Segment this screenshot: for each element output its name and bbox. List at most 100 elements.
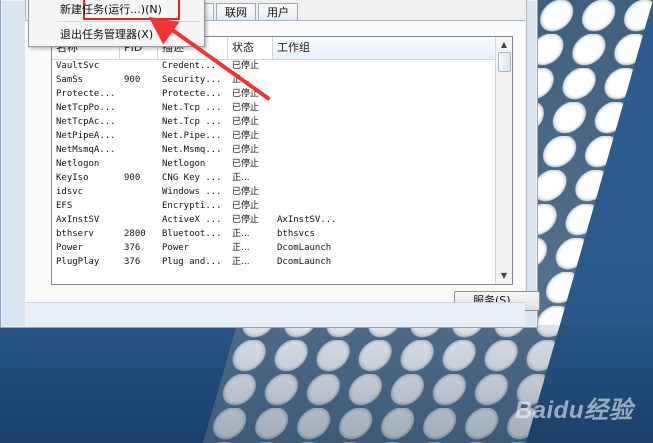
table-row[interactable]: Protecte... Protecte... 已停止 (52, 87, 496, 101)
status-cell: 正... (232, 173, 250, 183)
workgroup-cell (273, 59, 496, 73)
table-row[interactable]: SamSs900Security...正... (52, 73, 496, 87)
table-row[interactable]: idsvc Windows ... 已停止 (52, 185, 496, 199)
service-name-cell: bthserv (56, 229, 94, 239)
description-cell: Netlogon (162, 159, 206, 169)
pid-cell (120, 157, 158, 171)
table-body: VaultSvc Credent... 已停止 SamSs 900 Security...… (52, 59, 496, 269)
description-cell: ActiveX ... (162, 215, 222, 225)
workgroup-cell: DcomLaunch (277, 243, 332, 253)
pid-cell (120, 101, 158, 115)
description-cell: Protecte... (162, 89, 222, 99)
scroll-down-icon[interactable]: ▼ (497, 268, 511, 284)
service-name-cell: Netlogon (56, 159, 100, 169)
service-name-cell: NetTcpPo... (56, 103, 116, 113)
pid-cell (120, 213, 158, 227)
pid-cell: 900 (124, 173, 141, 183)
table-row[interactable]: bthserv 2800 Bluetoot... 正... bthsvcs (52, 227, 496, 241)
table-row[interactable]: NetMsmqA... Net.Msmq... 已停止 (52, 143, 496, 157)
description-cell: Encrypti... (162, 201, 222, 211)
service-name-cell: PlugPlay (56, 257, 100, 267)
pid-cell (120, 115, 158, 129)
scroll-up-icon[interactable]: ▲ (497, 37, 511, 53)
tab-networking[interactable]: 联网 (216, 3, 256, 20)
service-name-cell: NetPipeA... (56, 131, 116, 141)
table-row[interactable]: NetTcpAc... Net.Tcp ... 已停止 (52, 115, 496, 129)
description-cell: Net.Msmq... (162, 145, 222, 155)
status-cell: 已停止 (232, 131, 260, 141)
watermark: Baidu经验 (514, 397, 633, 424)
description-cell: Plug and... (162, 257, 222, 267)
table-row[interactable]: VaultSvc Credent... 已停止 (52, 59, 496, 73)
pid-cell (120, 185, 158, 199)
pid-cell (120, 143, 158, 157)
workgroup-cell (273, 143, 496, 157)
pid-cell: 2800 (124, 229, 146, 239)
table-row[interactable]: Netlogon Netlogon 已停止 (52, 157, 496, 171)
file-menu-dropdown: 新建任务(运行...)(N) 退出任务管理器(X) (28, 0, 205, 47)
status-cell: 已停止 (232, 61, 260, 71)
service-name-cell: idsvc (56, 187, 84, 197)
status-cell: 已停止 (232, 187, 260, 197)
status-strip (25, 302, 525, 327)
description-cell: Power (162, 243, 190, 253)
service-name-cell: NetTcpAc... (56, 117, 116, 127)
pid-cell (120, 199, 158, 213)
workgroup-cell (273, 185, 496, 199)
workgroup-cell (273, 115, 496, 129)
workgroup-cell: AxInstSV... (277, 215, 337, 225)
table-row[interactable]: PlugPlay 376 Plug and... 正... DcomLaunch (52, 255, 496, 269)
menu-item-new-task[interactable]: 新建任务(运行...)(N) (30, 0, 202, 20)
service-name-cell: Power (56, 243, 84, 253)
workgroup-cell (273, 157, 496, 171)
workgroup-cell: DcomLaunch (277, 257, 332, 267)
description-cell: CNG Key ... (162, 173, 222, 183)
table-row[interactable]: EFS Encrypti... 已停止 (52, 199, 496, 213)
description-cell: Net.Tcp ... (162, 103, 222, 113)
workgroup-cell (273, 199, 496, 213)
status-cell: 已停止 (232, 103, 260, 113)
status-cell: 已停止 (232, 215, 260, 225)
table-row[interactable]: KeyIso 900 CNG Key ... 正... (52, 171, 496, 185)
tab-users[interactable]: 用户 (258, 3, 298, 20)
pid-cell: 376 (124, 243, 141, 253)
scroll-thumb[interactable] (498, 52, 511, 72)
column-header-workgroup[interactable]: 工作组 (273, 37, 496, 59)
description-cell: Windows ... (162, 187, 222, 197)
services-table: 名称 PID 描述 状态 工作组 VaultSvc Credent... 已停止 Sa… (51, 36, 513, 285)
service-name-cell: Protecte... (56, 89, 116, 99)
service-name-cell: VaultSvc (56, 61, 100, 71)
pid-cell (120, 59, 158, 73)
description-cell: Security... (162, 75, 222, 85)
workgroup-cell (273, 87, 496, 101)
workgroup-cell (273, 101, 496, 115)
services-tab-panel: 名称 PID 描述 状态 工作组 VaultSvc Credent... 已停止 Sa… (25, 20, 540, 311)
status-cell: 正... (232, 257, 250, 267)
table-row[interactable]: NetTcpPo... Net.Tcp ... 已停止 (52, 101, 496, 115)
pid-cell: 900 (124, 75, 141, 85)
pid-cell (120, 129, 158, 143)
vertical-scrollbar[interactable]: ▲ ▼ (495, 37, 512, 284)
status-cell: 正... (232, 229, 250, 239)
workgroup-cell (273, 129, 496, 143)
column-header-status[interactable]: 状态 (228, 37, 273, 59)
service-name-cell: EFS (56, 201, 73, 211)
workgroup-cell (273, 73, 496, 87)
service-name-cell: AxInstSV (56, 215, 100, 225)
description-cell: Net.Tcp ... (162, 117, 222, 127)
description-cell: Net.Pipe... (162, 131, 222, 141)
workgroup-cell: bthsvcs (277, 229, 315, 239)
description-cell: Bluetoot... (162, 229, 222, 239)
table-row[interactable]: Power 376 Power 正... DcomLaunch (52, 241, 496, 255)
status-cell: 已停止 (232, 201, 260, 211)
service-name-cell: SamSs (56, 75, 84, 85)
table-row[interactable]: AxInstSV ActiveX ... 已停止 AxInstSV... (52, 213, 496, 227)
status-cell: 已停止 (232, 117, 260, 127)
service-name-cell: KeyIso (56, 173, 89, 183)
workgroup-cell (273, 171, 496, 185)
status-cell: 正... (232, 243, 250, 253)
table-row[interactable]: NetPipeA... Net.Pipe... 已停止 (52, 129, 496, 143)
status-cell: 已停止 (232, 159, 260, 169)
status-cell: 已停止 (232, 145, 260, 155)
pid-cell: 376 (124, 257, 141, 267)
